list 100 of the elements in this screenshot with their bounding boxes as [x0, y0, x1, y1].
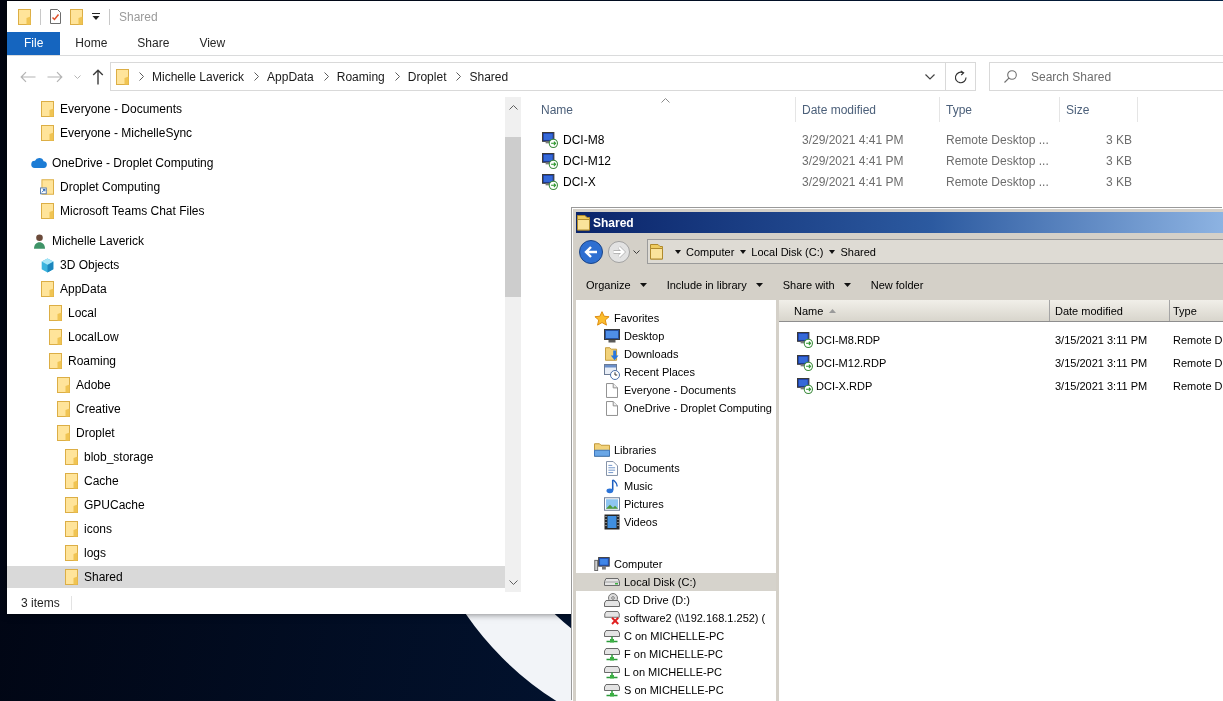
nav-item[interactable]: OneDrive - Droplet Computing — [31, 152, 214, 174]
folder-icon — [40, 203, 54, 219]
file-size: 3 KB — [1106, 174, 1132, 189]
document-check-icon[interactable] — [50, 9, 61, 24]
file-name[interactable]: DCI-M12 — [563, 153, 611, 168]
network-drive-icon — [604, 629, 620, 643]
file-name[interactable]: DCI-M12.RDP — [816, 356, 887, 369]
column-header[interactable]: Type — [1170, 300, 1223, 321]
chevron-down-icon[interactable] — [633, 249, 640, 254]
remote-desktop-icon — [797, 354, 813, 371]
nav-item[interactable]: Shared — [7, 566, 505, 588]
breadcrumb-item[interactable]: Droplet — [407, 69, 447, 84]
up-arrow-icon[interactable] — [92, 68, 104, 85]
file-type: Remote Desktop ... — [946, 174, 1049, 189]
chevron-up-icon[interactable] — [508, 105, 518, 110]
nav-item[interactable]: Everyone - Documents — [39, 98, 183, 120]
folder-icon — [116, 68, 129, 85]
caret-icon — [675, 249, 681, 254]
nav-item[interactable]: Cache — [63, 470, 119, 492]
nav-item[interactable]: Everyone - Documents — [604, 381, 736, 399]
toolbar-button[interactable]: New folder — [870, 279, 924, 291]
nav-item[interactable]: Local Disk (C:) — [576, 573, 776, 591]
file-name[interactable]: DCI-X.RDP — [816, 379, 873, 392]
nav-item[interactable]: Adobe — [55, 374, 111, 396]
nav-item[interactable]: Videos — [604, 513, 658, 531]
nav-item[interactable]: C on MICHELLE-PC — [604, 627, 725, 645]
scrollbar-thumb[interactable] — [505, 137, 521, 297]
toolbar-button[interactable]: Organize — [586, 279, 647, 291]
nav-item[interactable]: Local — [47, 302, 97, 324]
ribbon-tab[interactable]: Home — [60, 32, 123, 55]
nav-item[interactable]: Recent Places — [604, 363, 695, 381]
search-field[interactable]: Search Shared — [989, 62, 1223, 91]
back-button[interactable] — [579, 239, 603, 264]
network-drive-icon — [604, 665, 620, 679]
file-name[interactable]: DCI-M8.RDP — [816, 333, 881, 346]
nav-item[interactable]: Droplet Computing — [39, 176, 161, 198]
chevron-down-icon[interactable] — [508, 580, 518, 585]
toolbar-button[interactable]: Share with — [782, 279, 851, 291]
refresh-button[interactable] — [946, 62, 976, 91]
nav-item[interactable]: Computer — [594, 555, 663, 573]
nav-item[interactable]: Libraries — [594, 441, 657, 459]
breadcrumb-item[interactable]: Computer — [686, 245, 735, 258]
file-name[interactable]: DCI-M8 — [563, 132, 605, 147]
nav-item[interactable]: CD Drive (D:) — [604, 591, 690, 609]
folder-download-icon — [605, 347, 619, 361]
file-size: 3 KB — [1106, 132, 1132, 147]
folder-icon — [56, 401, 70, 417]
breadcrumb-item[interactable]: Michelle Laverick — [152, 69, 245, 84]
nav-item[interactable]: S on MICHELLE-PC — [604, 681, 724, 699]
nav-item[interactable]: Microsoft Teams Chat Files — [39, 200, 205, 222]
nav-item[interactable]: Music — [604, 477, 653, 495]
nav-item[interactable]: Roaming — [47, 350, 117, 372]
file-date: 3/29/2021 4:41 PM — [802, 174, 904, 189]
nav-item[interactable]: icons — [63, 518, 112, 540]
nav-item[interactable]: AppData — [39, 278, 107, 300]
folder-icon — [64, 497, 78, 513]
breadcrumb-item[interactable]: Shared — [840, 245, 876, 258]
nav-item[interactable]: LocalLow — [47, 326, 119, 348]
breadcrumb-item[interactable]: AppData — [267, 69, 314, 84]
scrollbar[interactable] — [505, 97, 521, 592]
nav-item[interactable]: Favorites — [594, 309, 660, 327]
ribbon-tab[interactable]: Share — [122, 32, 185, 55]
nav-item[interactable]: Documents — [604, 459, 680, 477]
address-bar[interactable]: Computer Local Disk (C:) Shared — [647, 239, 1223, 264]
nav-item[interactable]: Michelle Laverick — [31, 230, 145, 252]
chevron-right-icon — [139, 72, 144, 81]
nav-item[interactable]: OneDrive - Droplet Computing — [604, 399, 772, 417]
folder-icon — [40, 101, 54, 117]
breadcrumb-item[interactable]: Shared — [469, 69, 509, 84]
nav-item[interactable]: 3D Objects — [39, 254, 120, 276]
nav-item[interactable]: F on MICHELLE-PC — [604, 645, 724, 663]
file-type: Remote D — [1173, 356, 1223, 369]
chevron-down-icon[interactable] — [925, 73, 935, 80]
ribbon-tab[interactable]: View — [184, 32, 241, 55]
nav-item[interactable]: GPUCache — [63, 494, 145, 516]
nav-item[interactable]: Creative — [55, 398, 121, 420]
column-header[interactable]: Size — [1060, 97, 1138, 122]
nav-item[interactable]: blob_storage — [63, 446, 154, 468]
nav-item[interactable]: Everyone - MichelleSync — [39, 122, 193, 144]
nav-item[interactable]: Pictures — [604, 495, 664, 513]
file-name[interactable]: DCI-X — [563, 174, 596, 189]
nav-item[interactable]: Downloads — [604, 345, 679, 363]
column-header[interactable]: Date modified — [796, 97, 940, 122]
column-header[interactable]: Name — [779, 300, 1050, 321]
toolbar-button[interactable]: Include in library — [666, 279, 763, 291]
column-header[interactable]: Date modified — [1050, 300, 1170, 321]
nav-item[interactable]: logs — [63, 542, 106, 564]
nav-item[interactable]: Droplet — [55, 422, 115, 444]
window-title: Shared — [593, 215, 634, 230]
nav-item[interactable]: Desktop — [604, 327, 665, 345]
column-header[interactable]: Type — [940, 97, 1060, 122]
column-header[interactable]: Name — [521, 97, 796, 122]
folder-icon — [56, 425, 70, 441]
breadcrumb-item[interactable]: Local Disk (C:) — [751, 245, 824, 258]
nav-item[interactable]: software2 (\\192.168.1.252) ( — [604, 609, 766, 627]
folder-icon — [48, 353, 62, 369]
address-bar[interactable]: Michelle Laverick AppData Roaming Droplet Shared — [110, 62, 946, 91]
nav-item[interactable]: L on MICHELLE-PC — [604, 663, 723, 681]
breadcrumb-item[interactable]: Roaming — [336, 69, 385, 84]
dropdown-arrow-icon[interactable] — [92, 12, 100, 21]
